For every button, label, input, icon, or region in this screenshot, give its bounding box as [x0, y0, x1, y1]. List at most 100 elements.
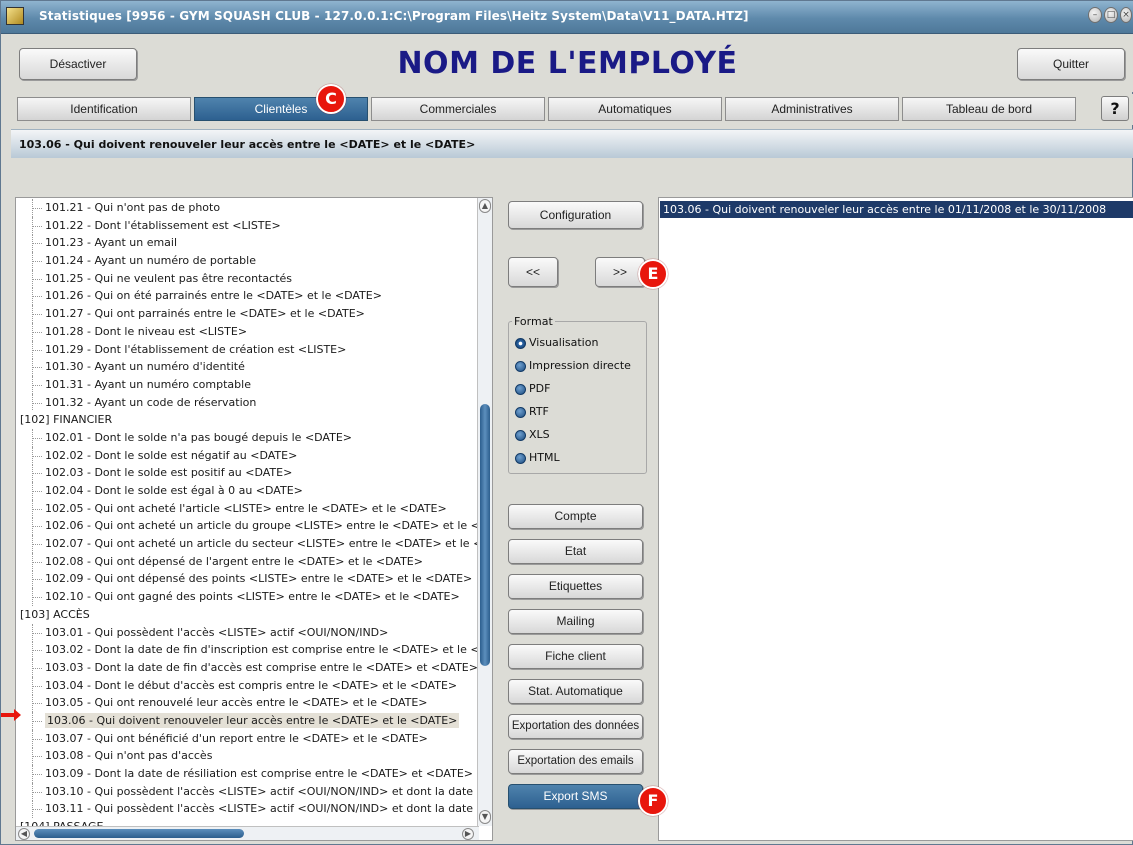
tab-administratives[interactable]: Administratives [725, 97, 899, 121]
title-bar[interactable]: Statistiques [9956 - GYM SQUASH CLUB - 1… [1, 1, 1133, 34]
tree-group[interactable]: [103] ACCÈS [16, 606, 479, 624]
tree-item[interactable]: 103.07 - Qui ont bénéficié d'un report e… [16, 729, 479, 748]
tree-item[interactable]: 102.03 - Dont le solde est positif au <D… [16, 464, 479, 482]
tree-item[interactable]: 101.26 - Qui on été parrainés entre le <… [16, 287, 479, 306]
tree-item[interactable]: 101.27 - Qui ont parrainés entre le <DAT… [16, 305, 479, 323]
compte-button[interactable]: Compte [508, 504, 643, 529]
etiquettes-button[interactable]: Etiquettes [508, 574, 643, 599]
minimize-icon[interactable]: – [1088, 7, 1102, 23]
tree-item-label: 101.24 - Ayant un numéro de portable [45, 254, 256, 268]
tree-item-label: 102.03 - Dont le solde est positif au <D… [45, 466, 293, 480]
configuration-button[interactable]: Configuration [508, 201, 643, 229]
mailing-button[interactable]: Mailing [508, 609, 643, 634]
format-xls-radio[interactable]: XLS [515, 426, 550, 444]
format-group: Format Visualisation Impression directe … [508, 315, 647, 474]
tab-automatiques[interactable]: Automatiques [548, 97, 722, 121]
tree-item[interactable]: 103.04 - Dont le début d'accès est compr… [16, 676, 479, 695]
tree-item-label: 101.23 - Ayant un email [45, 236, 178, 250]
radio-icon [515, 406, 526, 418]
tree-item[interactable]: 102.07 - Qui ont acheté un article du se… [16, 535, 479, 553]
format-visualisation-radio[interactable]: Visualisation [515, 334, 598, 352]
tree-item-label: 102.07 - Qui ont acheté un article du se… [45, 537, 479, 551]
tree-item-label: 103.09 - Dont la date de résiliation est… [45, 767, 473, 780]
tab-bar: Identification Clientèles Commerciales A… [1, 94, 1133, 125]
result-panel[interactable]: 103.06 - Qui doivent renouveler leur acc… [658, 197, 1133, 841]
stat-automatique-button[interactable]: Stat. Automatique [508, 679, 643, 704]
tree-item[interactable]: 103.05 - Qui ont renouvelé leur accès en… [16, 694, 479, 712]
radio-label: RTF [529, 405, 549, 418]
maximize-icon[interactable]: □ [1104, 7, 1118, 23]
move-left-button[interactable]: << [508, 257, 558, 287]
tree-item[interactable]: 101.23 - Ayant un email [16, 234, 479, 253]
format-rtf-radio[interactable]: RTF [515, 403, 549, 421]
tree-item[interactable]: 101.21 - Qui n'ont pas de photo [16, 199, 479, 217]
tree-item[interactable]: 103.08 - Qui n'ont pas d'accès [16, 747, 479, 765]
query-tree[interactable]: 101.21 - Qui n'ont pas de photo 101.22 - … [15, 197, 493, 841]
radio-label: HTML [529, 451, 560, 464]
tab-commerciales[interactable]: Commerciales [371, 97, 545, 121]
tree-item-label: 101.21 - Qui n'ont pas de photo [45, 201, 221, 214]
tree-item[interactable]: 102.04 - Dont le solde est égal à 0 au <… [16, 482, 479, 500]
radio-label: XLS [529, 428, 550, 441]
export-sms-button[interactable]: Export SMS [508, 784, 643, 809]
tree-item[interactable]: 103.09 - Dont la date de résiliation est… [16, 765, 479, 783]
format-html-radio[interactable]: HTML [515, 449, 560, 467]
tab-tableau-de-bord[interactable]: Tableau de bord [902, 97, 1076, 121]
tree-item-label: 102.10 - Qui ont gagné des points <LISTE… [45, 590, 460, 604]
tree-item[interactable]: 101.29 - Dont l'établissement de créatio… [16, 340, 479, 359]
scroll-left-icon[interactable]: ◀ [18, 828, 30, 840]
tree-item[interactable]: 102.05 - Qui ont acheté l'article <LISTE… [16, 499, 479, 518]
tree-item-label: 103.07 - Qui ont bénéficié d'un report e… [45, 731, 428, 745]
tree-item-label: 101.31 - Ayant un numéro comptable [45, 377, 251, 391]
tree-item-label: 102.04 - Dont le solde est égal à 0 au <… [45, 484, 303, 497]
scroll-right-icon[interactable]: ▶ [462, 828, 474, 840]
tree-item-label: 102.09 - Qui ont dépensé des points <LIS… [45, 572, 473, 586]
export-emails-button[interactable]: Exportation des emails [508, 749, 643, 774]
quit-button[interactable]: Quitter [1017, 48, 1125, 80]
tree-item[interactable]: 101.32 - Ayant un code de réservation [16, 393, 479, 412]
tree-vertical-scrollbar[interactable]: ▲ ▼ [477, 198, 492, 826]
scroll-thumb[interactable] [480, 404, 490, 666]
horizontal-scroll-thumb[interactable] [34, 829, 244, 838]
format-legend: Format [512, 315, 555, 328]
fiche-client-button[interactable]: Fiche client [508, 644, 643, 669]
radio-label: Impression directe [529, 359, 631, 372]
scroll-down-icon[interactable]: ▼ [479, 810, 491, 824]
tree-item[interactable]: 102.06 - Qui ont acheté un article du gr… [16, 517, 479, 536]
tree-item[interactable]: 101.28 - Dont le niveau est <LISTE> [16, 322, 479, 341]
tree-item[interactable]: 103.01 - Qui possèdent l'accès <LISTE> a… [16, 623, 479, 642]
tree-item[interactable]: 102.09 - Qui ont dépensé des points <LIS… [16, 570, 479, 589]
tree-horizontal-scrollbar[interactable]: ◀ ▶ [16, 826, 479, 840]
tree-item-label: 103.03 - Dont la date de fin d'accès est… [45, 660, 478, 674]
radio-icon [515, 383, 526, 395]
tree-item[interactable]: 102.01 - Dont le solde n'a pas bougé dep… [16, 428, 479, 447]
tree-item[interactable]: 101.25 - Qui ne veulent pas être reconta… [16, 269, 479, 288]
tree-item[interactable]: 101.30 - Ayant un numéro d'identité [16, 358, 479, 376]
tree-item[interactable]: 101.24 - Ayant un numéro de portable [16, 252, 479, 270]
tree-item-label: [102] FINANCIER [20, 413, 113, 427]
tree-item[interactable]: 101.31 - Ayant un numéro comptable [16, 375, 479, 394]
tree-item[interactable]: 103.03 - Dont la date de fin d'accès est… [16, 658, 479, 677]
help-button[interactable]: ? [1101, 96, 1129, 121]
tree-item-label: 103.11 - Qui possèdent l'accès <LISTE> a… [45, 802, 479, 816]
tree-item-label: 103.10 - Qui possèdent l'accès <LISTE> a… [45, 784, 479, 798]
tree-item[interactable]: 102.02 - Dont le solde est négatif au <D… [16, 446, 479, 465]
format-impression-radio[interactable]: Impression directe [515, 357, 631, 375]
tree-item[interactable]: 103.02 - Dont la date de fin d'inscripti… [16, 641, 479, 659]
statistics-window: Statistiques [9956 - GYM SQUASH CLUB - 1… [0, 0, 1133, 845]
close-icon[interactable]: × [1120, 7, 1132, 23]
app-icon [6, 7, 24, 25]
tree-item[interactable]: 102.10 - Qui ont gagné des points <LISTE… [16, 588, 479, 606]
etat-button[interactable]: Etat [508, 539, 643, 564]
result-selected-query[interactable]: 103.06 - Qui doivent renouveler leur acc… [660, 201, 1133, 218]
tree-group[interactable]: [102] FINANCIER [16, 411, 479, 429]
tab-identification[interactable]: Identification [17, 97, 191, 121]
export-data-button[interactable]: Exportation des données [508, 714, 643, 739]
format-pdf-radio[interactable]: PDF [515, 380, 550, 398]
tree-item[interactable]: 103.10 - Qui possèdent l'accès <LISTE> a… [16, 782, 479, 801]
tree-item[interactable]: 103.11 - Qui possèdent l'accès <LISTE> a… [16, 800, 479, 819]
tree-item[interactable]: 103.06 - Qui doivent renouveler leur acc… [16, 711, 479, 730]
tree-item[interactable]: 101.22 - Dont l'établissement est <LISTE… [16, 216, 479, 235]
scroll-up-icon[interactable]: ▲ [479, 199, 491, 213]
tree-item[interactable]: 102.08 - Qui ont dépensé de l'argent ent… [16, 552, 479, 571]
